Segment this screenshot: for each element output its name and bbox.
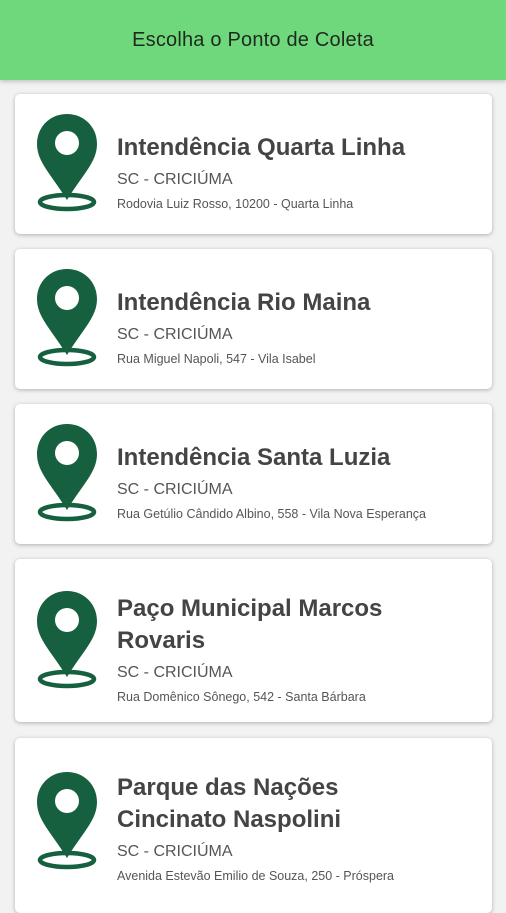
collection-point-card[interactable]: Parque das Nações Cincinato Naspolini SC… [15,738,492,913]
location-pin-icon [37,424,97,522]
collection-point-address: Rua Miguel Napoli, 547 - Vila Isabel [117,352,316,366]
collection-point-card[interactable]: Paço Municipal Marcos Rovaris SC - CRICI… [15,559,492,722]
collection-point-card[interactable]: Intendência Rio Maina SC - CRICIÚMA Rua … [15,249,492,389]
collection-point-state-city: SC - CRICIÚMA [117,664,233,681]
collection-point-address: Rodovia Luiz Rosso, 10200 - Quarta Linha [117,197,354,211]
collection-point-state-city: SC - CRICIÚMA [117,843,233,860]
location-pin-icon [37,269,97,367]
page-title: Escolha o Ponto de Coleta [132,28,374,51]
collection-point-address: Avenida Estevão Emilio de Souza, 250 - P… [117,869,395,883]
app-header: Escolha o Ponto de Coleta [0,0,506,80]
collection-point-name: Intendência Santa Luzia [117,444,391,471]
collection-point-state-city: SC - CRICIÚMA [117,481,233,498]
collection-point-state-city: SC - CRICIÚMA [117,171,233,188]
collection-point-state-city: SC - CRICIÚMA [117,326,233,343]
collection-point-name: Paço Municipal Marcos Rovaris [117,595,383,654]
collection-point-card[interactable]: Intendência Quarta Linha SC - CRICIÚMA R… [15,94,492,234]
collection-point-name: Intendência Rio Maina [117,289,371,316]
collection-point-name: Intendência Quarta Linha [117,134,406,161]
collection-point-address: Rua Domênico Sônego, 542 - Santa Bárbara [117,690,366,704]
location-pin-icon [37,114,97,212]
location-pin-icon [37,772,97,870]
location-pin-icon [37,591,97,689]
collection-point-address: Rua Getúlio Cândido Albino, 558 - Vila N… [117,507,426,521]
collection-point-card[interactable]: Intendência Santa Luzia SC - CRICIÚMA Ru… [15,404,492,544]
collection-point-name: Parque das Nações Cincinato Naspolini [117,774,342,833]
